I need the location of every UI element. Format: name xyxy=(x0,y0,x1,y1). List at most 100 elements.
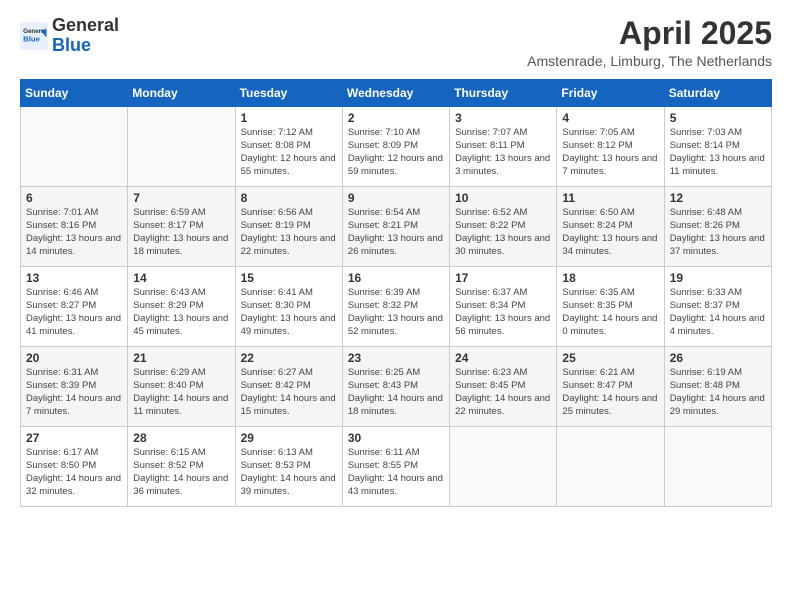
weekday-header-row: SundayMondayTuesdayWednesdayThursdayFrid… xyxy=(21,80,772,107)
calendar-cell: 12 Sunrise: 6:48 AM Sunset: 8:26 PM Dayli… xyxy=(664,187,771,267)
day-info: Sunrise: 6:19 AM Sunset: 8:48 PM Dayligh… xyxy=(670,367,766,418)
day-number: 8 xyxy=(241,191,337,205)
day-number: 26 xyxy=(670,351,766,365)
day-number: 19 xyxy=(670,271,766,285)
day-info: Sunrise: 6:41 AM Sunset: 8:30 PM Dayligh… xyxy=(241,287,337,338)
day-info: Sunrise: 7:03 AM Sunset: 8:14 PM Dayligh… xyxy=(670,127,766,178)
calendar-cell: 23 Sunrise: 6:25 AM Sunset: 8:43 PM Dayli… xyxy=(342,347,449,427)
day-info: Sunrise: 6:23 AM Sunset: 8:45 PM Dayligh… xyxy=(455,367,551,418)
day-info: Sunrise: 6:17 AM Sunset: 8:50 PM Dayligh… xyxy=(26,447,122,498)
day-info: Sunrise: 6:48 AM Sunset: 8:26 PM Dayligh… xyxy=(670,207,766,258)
logo-text: General Blue xyxy=(52,16,119,56)
day-number: 22 xyxy=(241,351,337,365)
day-info: Sunrise: 6:33 AM Sunset: 8:37 PM Dayligh… xyxy=(670,287,766,338)
day-number: 24 xyxy=(455,351,551,365)
day-info: Sunrise: 6:50 AM Sunset: 8:24 PM Dayligh… xyxy=(562,207,658,258)
calendar-cell: 22 Sunrise: 6:27 AM Sunset: 8:42 PM Dayli… xyxy=(235,347,342,427)
calendar-cell: 1Sunrise: 7:12 AM Sunset: 8:08 PM Daylig… xyxy=(235,107,342,187)
day-info: Sunrise: 6:43 AM Sunset: 8:29 PM Dayligh… xyxy=(133,287,229,338)
day-number: 25 xyxy=(562,351,658,365)
month-title: April 2025 xyxy=(527,16,772,51)
logo-blue: Blue xyxy=(52,35,91,55)
calendar-week-row: 6 Sunrise: 7:01 AM Sunset: 8:16 PM Daylig… xyxy=(21,187,772,267)
day-number: 23 xyxy=(348,351,444,365)
calendar-week-row: 1Sunrise: 7:12 AM Sunset: 8:08 PM Daylig… xyxy=(21,107,772,187)
location: Amstenrade, Limburg, The Netherlands xyxy=(527,53,772,69)
day-info: Sunrise: 6:37 AM Sunset: 8:34 PM Dayligh… xyxy=(455,287,551,338)
svg-text:Blue: Blue xyxy=(23,34,41,43)
calendar-cell: 27Sunrise: 6:17 AM Sunset: 8:50 PM Dayli… xyxy=(21,427,128,507)
day-info: Sunrise: 6:56 AM Sunset: 8:19 PM Dayligh… xyxy=(241,207,337,258)
header: General Blue General Blue April 2025 Ams… xyxy=(20,16,772,69)
day-number: 10 xyxy=(455,191,551,205)
day-info: Sunrise: 7:12 AM Sunset: 8:08 PM Dayligh… xyxy=(241,127,337,178)
calendar-cell: 3Sunrise: 7:07 AM Sunset: 8:11 PM Daylig… xyxy=(450,107,557,187)
calendar-week-row: 27Sunrise: 6:17 AM Sunset: 8:50 PM Dayli… xyxy=(21,427,772,507)
title-block: April 2025 Amstenrade, Limburg, The Neth… xyxy=(527,16,772,69)
logo-general: General xyxy=(52,15,119,35)
calendar-cell: 5 Sunrise: 7:03 AM Sunset: 8:14 PM Daylig… xyxy=(664,107,771,187)
calendar-cell: 14Sunrise: 6:43 AM Sunset: 8:29 PM Dayli… xyxy=(128,267,235,347)
day-number: 5 xyxy=(670,111,766,125)
day-number: 28 xyxy=(133,431,229,445)
day-info: Sunrise: 7:05 AM Sunset: 8:12 PM Dayligh… xyxy=(562,127,658,178)
day-number: 11 xyxy=(562,191,658,205)
calendar-cell: 29 Sunrise: 6:13 AM Sunset: 8:53 PM Dayli… xyxy=(235,427,342,507)
calendar-cell: 24 Sunrise: 6:23 AM Sunset: 8:45 PM Dayli… xyxy=(450,347,557,427)
calendar-cell: 13 Sunrise: 6:46 AM Sunset: 8:27 PM Dayli… xyxy=(21,267,128,347)
day-info: Sunrise: 6:11 AM Sunset: 8:55 PM Dayligh… xyxy=(348,447,444,498)
day-info: Sunrise: 6:15 AM Sunset: 8:52 PM Dayligh… xyxy=(133,447,229,498)
day-info: Sunrise: 6:46 AM Sunset: 8:27 PM Dayligh… xyxy=(26,287,122,338)
calendar-cell: 28 Sunrise: 6:15 AM Sunset: 8:52 PM Dayli… xyxy=(128,427,235,507)
calendar-cell: 18 Sunrise: 6:35 AM Sunset: 8:35 PM Dayli… xyxy=(557,267,664,347)
calendar-cell: 26 Sunrise: 6:19 AM Sunset: 8:48 PM Dayli… xyxy=(664,347,771,427)
calendar-cell: 19 Sunrise: 6:33 AM Sunset: 8:37 PM Dayli… xyxy=(664,267,771,347)
calendar-week-row: 13 Sunrise: 6:46 AM Sunset: 8:27 PM Dayli… xyxy=(21,267,772,347)
page: General Blue General Blue April 2025 Ams… xyxy=(0,0,792,612)
day-number: 7 xyxy=(133,191,229,205)
calendar-cell: 11 Sunrise: 6:50 AM Sunset: 8:24 PM Dayli… xyxy=(557,187,664,267)
day-number: 4 xyxy=(562,111,658,125)
day-number: 15 xyxy=(241,271,337,285)
day-number: 6 xyxy=(26,191,122,205)
day-number: 17 xyxy=(455,271,551,285)
weekday-header-wednesday: Wednesday xyxy=(342,80,449,107)
day-number: 2 xyxy=(348,111,444,125)
calendar-cell: 2 Sunrise: 7:10 AM Sunset: 8:09 PM Daylig… xyxy=(342,107,449,187)
day-number: 16 xyxy=(348,271,444,285)
day-number: 21 xyxy=(133,351,229,365)
day-info: Sunrise: 6:52 AM Sunset: 8:22 PM Dayligh… xyxy=(455,207,551,258)
day-info: Sunrise: 6:59 AM Sunset: 8:17 PM Dayligh… xyxy=(133,207,229,258)
calendar-table: SundayMondayTuesdayWednesdayThursdayFrid… xyxy=(20,79,772,507)
weekday-header-monday: Monday xyxy=(128,80,235,107)
day-info: Sunrise: 6:27 AM Sunset: 8:42 PM Dayligh… xyxy=(241,367,337,418)
day-info: Sunrise: 6:31 AM Sunset: 8:39 PM Dayligh… xyxy=(26,367,122,418)
calendar-cell: 8 Sunrise: 6:56 AM Sunset: 8:19 PM Daylig… xyxy=(235,187,342,267)
calendar-cell: 15 Sunrise: 6:41 AM Sunset: 8:30 PM Dayli… xyxy=(235,267,342,347)
day-info: Sunrise: 6:25 AM Sunset: 8:43 PM Dayligh… xyxy=(348,367,444,418)
weekday-header-saturday: Saturday xyxy=(664,80,771,107)
calendar-cell: 17 Sunrise: 6:37 AM Sunset: 8:34 PM Dayli… xyxy=(450,267,557,347)
day-info: Sunrise: 6:29 AM Sunset: 8:40 PM Dayligh… xyxy=(133,367,229,418)
day-info: Sunrise: 6:35 AM Sunset: 8:35 PM Dayligh… xyxy=(562,287,658,338)
logo: General Blue General Blue xyxy=(20,16,119,56)
day-number: 12 xyxy=(670,191,766,205)
day-number: 3 xyxy=(455,111,551,125)
calendar-cell: 10 Sunrise: 6:52 AM Sunset: 8:22 PM Dayli… xyxy=(450,187,557,267)
calendar-cell: 7 Sunrise: 6:59 AM Sunset: 8:17 PM Daylig… xyxy=(128,187,235,267)
calendar-week-row: 20 Sunrise: 6:31 AM Sunset: 8:39 PM Dayli… xyxy=(21,347,772,427)
day-info: Sunrise: 7:01 AM Sunset: 8:16 PM Dayligh… xyxy=(26,207,122,258)
day-info: Sunrise: 6:21 AM Sunset: 8:47 PM Dayligh… xyxy=(562,367,658,418)
calendar-cell: 6 Sunrise: 7:01 AM Sunset: 8:16 PM Daylig… xyxy=(21,187,128,267)
logo-icon: General Blue xyxy=(20,22,48,50)
calendar-cell: 25 Sunrise: 6:21 AM Sunset: 8:47 PM Dayli… xyxy=(557,347,664,427)
day-number: 29 xyxy=(241,431,337,445)
day-number: 13 xyxy=(26,271,122,285)
calendar-cell xyxy=(128,107,235,187)
day-number: 18 xyxy=(562,271,658,285)
day-info: Sunrise: 7:10 AM Sunset: 8:09 PM Dayligh… xyxy=(348,127,444,178)
calendar-cell: 30Sunrise: 6:11 AM Sunset: 8:55 PM Dayli… xyxy=(342,427,449,507)
day-number: 20 xyxy=(26,351,122,365)
calendar-cell xyxy=(557,427,664,507)
day-info: Sunrise: 6:13 AM Sunset: 8:53 PM Dayligh… xyxy=(241,447,337,498)
